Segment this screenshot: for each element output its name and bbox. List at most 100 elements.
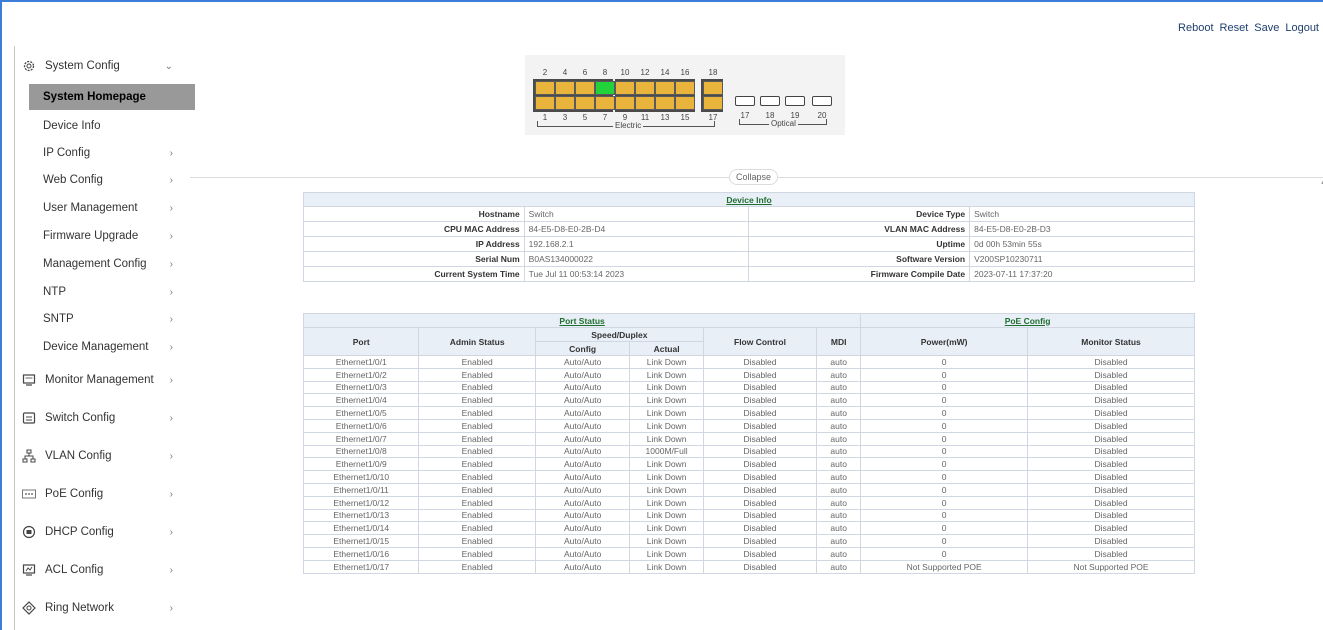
- cell-flow-control: Disabled: [702, 546, 818, 561]
- port-status-title: Port Status: [302, 313, 862, 328]
- cell-power: 0: [860, 355, 1029, 369]
- cell-monitor-status: Disabled: [1027, 431, 1195, 446]
- optical-port-19[interactable]: [785, 96, 805, 106]
- cell-flow-control: Disabled: [702, 431, 818, 446]
- cell-monitor-status: Disabled: [1027, 534, 1195, 548]
- sidebar-group-dhcp-config[interactable]: DHCP Config ›: [21, 519, 181, 545]
- sidebar-item-sntp[interactable]: SNTP ›: [21, 306, 181, 332]
- ethernet-port-10[interactable]: [615, 81, 635, 95]
- vlan-icon: [21, 448, 37, 464]
- cell-mdi: auto: [816, 559, 862, 574]
- ethernet-port-4[interactable]: [555, 81, 575, 95]
- cell-flow-control: Disabled: [702, 521, 818, 536]
- sidebar-group-monitor-management[interactable]: Monitor Management ›: [21, 367, 181, 393]
- ethernet-port-16[interactable]: [675, 81, 695, 95]
- cell-actual: 1000M/Full: [629, 444, 704, 459]
- sidebar-item-device-info[interactable]: Device Info: [21, 113, 181, 139]
- col-actual: Actual: [629, 341, 704, 356]
- table-row: Ethernet1/0/15 Enabled Auto/Auto Link Down D…: [302, 534, 1195, 548]
- table-row: Ethernet1/0/3 Enabled Auto/Auto Link Down Di…: [302, 380, 1195, 395]
- collapse-button[interactable]: Collapse: [729, 169, 779, 185]
- ethernet-port-5[interactable]: [575, 96, 595, 110]
- ethernet-port-12[interactable]: [635, 81, 655, 95]
- sidebar-group-switch-config[interactable]: Switch Config ›: [21, 405, 181, 431]
- cell-admin-status: Enabled: [418, 482, 536, 497]
- sidebar-item-device-management[interactable]: Device Management ›: [21, 334, 181, 360]
- ethernet-port-14[interactable]: [655, 81, 675, 95]
- port-status-title-link[interactable]: Port Status: [559, 316, 604, 326]
- cell-config: Auto/Auto: [534, 367, 631, 382]
- poe-config-title-link[interactable]: PoE Config: [1005, 316, 1051, 326]
- optical-port-17[interactable]: [735, 96, 755, 106]
- cell-actual: Link Down: [629, 495, 704, 510]
- cell-admin-status: Enabled: [418, 508, 536, 523]
- sidebar-item-web-config[interactable]: Web Config ›: [21, 167, 181, 193]
- acl-icon: [21, 562, 37, 578]
- window-left-border: [0, 0, 2, 630]
- chevron-right-icon: ›: [169, 412, 173, 424]
- ethernet-port-6[interactable]: [575, 81, 595, 95]
- cell-power: 0: [860, 546, 1029, 561]
- ethernet-port-2[interactable]: [535, 81, 555, 95]
- sidebar-item-ntp[interactable]: NTP ›: [21, 279, 181, 305]
- sidebar-item-firmware-upgrade[interactable]: Firmware Upgrade ›: [21, 223, 181, 249]
- cell-actual: Link Down: [629, 380, 704, 395]
- cell-port: Ethernet1/0/6: [302, 418, 420, 433]
- col-mdi: MDI: [816, 327, 862, 356]
- cell-power: Not Supported POE: [860, 559, 1029, 574]
- ethernet-port-7[interactable]: [595, 96, 615, 110]
- sidebar-group-label: Monitor Management: [45, 374, 154, 386]
- optical-port-20[interactable]: [812, 96, 832, 106]
- cell-flow-control: Disabled: [702, 534, 818, 548]
- cell-mdi: auto: [816, 406, 862, 420]
- optical-port-18[interactable]: [760, 96, 780, 106]
- cell-admin-status: Enabled: [418, 521, 536, 536]
- chevron-right-icon: ›: [169, 258, 173, 270]
- ethernet-port-1[interactable]: [535, 96, 555, 110]
- cell-admin-status: Enabled: [418, 355, 536, 369]
- table-row: Ethernet1/0/8 Enabled Auto/Auto 1000M/Full D…: [302, 444, 1195, 459]
- ethernet-port-3[interactable]: [555, 96, 575, 110]
- ethernet-port-8[interactable]: [595, 81, 615, 95]
- sidebar-group-poe-config[interactable]: PoE Config ›: [21, 481, 181, 507]
- cell-power: 0: [860, 482, 1029, 497]
- reboot-link[interactable]: Reboot: [1178, 22, 1213, 34]
- device-info-label: IP Address: [303, 236, 525, 252]
- sidebar-item-user-management[interactable]: User Management ›: [21, 195, 181, 221]
- cell-flow-control: Disabled: [702, 470, 818, 484]
- device-info-title-link[interactable]: Device Info: [726, 195, 771, 205]
- sidebar-item-ip-config[interactable]: IP Config ›: [21, 140, 181, 166]
- save-link[interactable]: Save: [1254, 22, 1279, 34]
- cell-mdi: auto: [816, 546, 862, 561]
- sidebar-group-acl-config[interactable]: ACL Config ›: [21, 557, 181, 583]
- cell-config: Auto/Auto: [534, 495, 631, 510]
- ethernet-port-17[interactable]: [703, 96, 723, 110]
- ethernet-port-15[interactable]: [675, 96, 695, 110]
- cell-port: Ethernet1/0/17: [302, 559, 420, 574]
- poe-config-title: PoE Config: [860, 313, 1195, 328]
- ethernet-port-13[interactable]: [655, 96, 675, 110]
- ethernet-port-18[interactable]: [703, 81, 723, 95]
- port-number-label: 14: [660, 68, 670, 77]
- cell-config: Auto/Auto: [534, 559, 631, 574]
- sidebar-group-vlan-config[interactable]: VLAN Config ›: [21, 443, 181, 469]
- cell-port: Ethernet1/0/1: [302, 355, 420, 369]
- ethernet-port-9[interactable]: [615, 96, 635, 110]
- cell-monitor-status: Disabled: [1027, 418, 1195, 433]
- sidebar-item-management-config[interactable]: Management Config ›: [21, 251, 181, 277]
- cell-monitor-status: Disabled: [1027, 546, 1195, 561]
- logout-link[interactable]: Logout: [1285, 22, 1319, 34]
- sidebar-group-label: Switch Config: [45, 412, 116, 424]
- ethernet-port-11[interactable]: [635, 96, 655, 110]
- sidebar-item-system-homepage[interactable]: System Homepage: [29, 84, 195, 110]
- col-power: Power(mW): [860, 327, 1029, 356]
- device-info-label: Current System Time: [303, 266, 525, 282]
- sidebar-group-ring-network[interactable]: Ring Network ›: [21, 595, 181, 621]
- cell-admin-status: Enabled: [418, 495, 536, 510]
- cell-power: 0: [860, 521, 1029, 536]
- sidebar-group-system-config[interactable]: System Config ⌄: [21, 53, 181, 79]
- chevron-right-icon: ›: [169, 602, 173, 614]
- cell-monitor-status: Disabled: [1027, 444, 1195, 459]
- cell-actual: Link Down: [629, 418, 704, 433]
- reset-link[interactable]: Reset: [1220, 22, 1249, 34]
